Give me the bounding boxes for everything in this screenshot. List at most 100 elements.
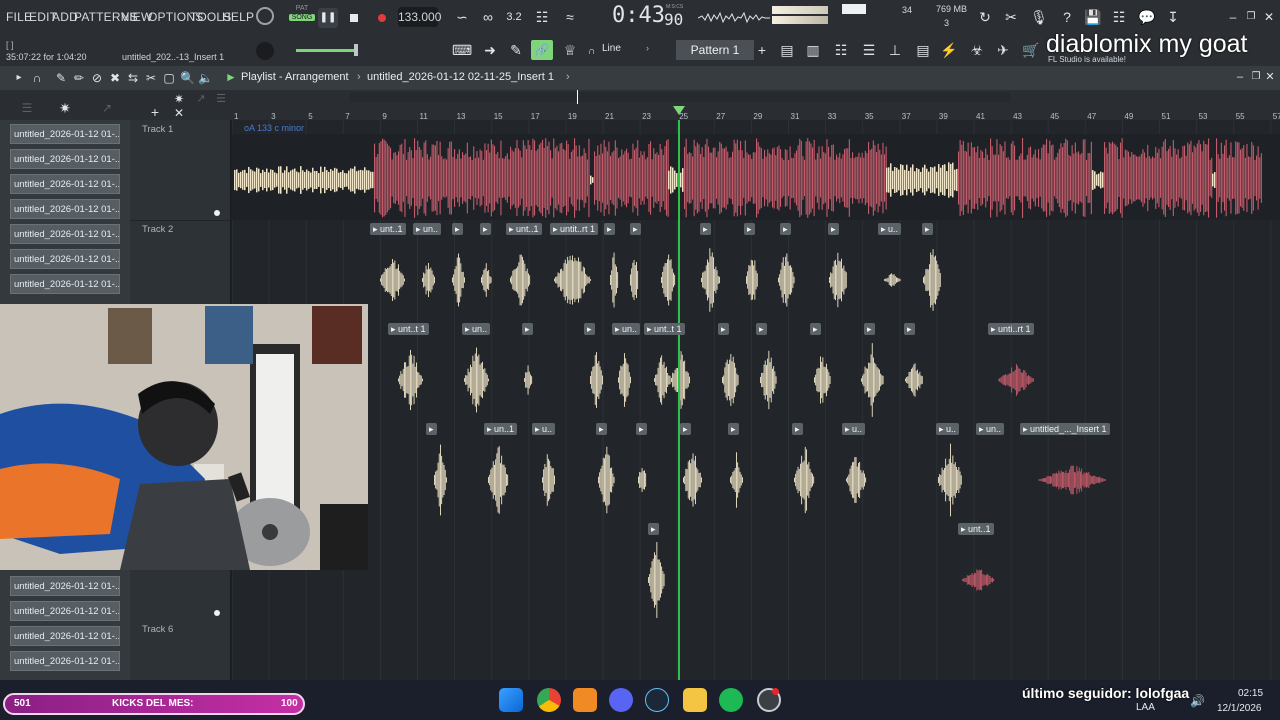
clip-label[interactable]: ▸ xyxy=(648,523,659,535)
clip-label[interactable]: ▸ xyxy=(584,323,595,335)
playlist-maximize-icon[interactable]: ❐ xyxy=(1250,69,1262,85)
arrangement-grid[interactable]: oA 133 c minor ▸ unt..1 ▸ un.. ▸ ▸ ▸ unt..… xyxy=(232,120,1280,680)
blend-notes-icon[interactable]: ≈ xyxy=(560,9,580,25)
clip-label[interactable]: ▸ xyxy=(636,423,647,435)
select-tool-icon[interactable]: ▢ xyxy=(162,70,176,86)
fl-studio-icon[interactable] xyxy=(573,688,597,712)
windows-start-icon[interactable] xyxy=(499,688,523,712)
stop-button[interactable] xyxy=(344,8,364,28)
arrow-right-icon[interactable]: ➜ xyxy=(480,42,500,58)
playlist-arrow-icon[interactable]: ▸ xyxy=(12,70,26,86)
close-icon[interactable]: ✕ xyxy=(1262,9,1276,25)
snap-link-icon[interactable]: 🔗 xyxy=(531,40,553,60)
step-edit-icon[interactable]: ☷ xyxy=(532,9,552,25)
clip-label[interactable]: ▸ xyxy=(596,423,607,435)
download-icon[interactable]: ↧ xyxy=(1164,9,1182,25)
browser-item[interactable]: untitled_2026-01-12 01-... xyxy=(10,199,120,219)
clip-label[interactable]: ▸ untitled_..._Insert 1 xyxy=(1020,423,1110,435)
track-6-header[interactable]: Track 6 xyxy=(130,620,230,680)
chrome-icon[interactable] xyxy=(537,688,561,712)
performance-icon[interactable]: ☣ xyxy=(968,42,986,58)
clip-label[interactable]: ▸ xyxy=(604,223,615,235)
playlist-minimize-icon[interactable]: – xyxy=(1234,69,1246,85)
browser-item[interactable]: untitled_2026-01-12 01-... xyxy=(10,651,120,671)
export-icon[interactable]: ☷ xyxy=(1110,9,1128,25)
clip-label[interactable]: ▸ un..1 xyxy=(484,423,518,435)
magnet-icon[interactable]: ∩ xyxy=(30,70,44,86)
clip-label[interactable]: ▸ xyxy=(480,223,491,235)
file-explorer-icon[interactable] xyxy=(683,688,707,712)
clip-label[interactable]: ▸ xyxy=(810,323,821,335)
clip-label[interactable]: ▸ u.. xyxy=(842,423,866,435)
countdown-icon[interactable]: 3.2 xyxy=(504,9,524,25)
clip-label[interactable]: ▸ un.. xyxy=(612,323,641,335)
metronome-icon[interactable]: ∽ xyxy=(452,9,472,25)
track-1-mute-dot[interactable] xyxy=(214,210,220,216)
browser-snap-icon[interactable]: ✷ xyxy=(58,100,72,116)
master-volume-slider[interactable] xyxy=(296,49,358,52)
maximize-icon[interactable]: ❐ xyxy=(1244,9,1258,25)
play-arrow-icon[interactable]: ► xyxy=(225,70,237,84)
playback-tool-icon[interactable]: 🔈 xyxy=(198,70,213,86)
clip-label[interactable]: ▸ un.. xyxy=(413,223,442,235)
zoom-tool-icon[interactable]: 🔍 xyxy=(180,70,195,86)
cut-icon[interactable]: ✂ xyxy=(1002,9,1020,25)
mixer-icon[interactable]: ☰ xyxy=(860,42,878,58)
brush-tool-icon[interactable]: ✏ xyxy=(72,70,86,86)
microphone-icon[interactable]: 🎙 xyxy=(1030,9,1048,25)
record-button[interactable] xyxy=(372,8,392,28)
clip-label[interactable]: ▸ unt..1 xyxy=(506,223,542,235)
clip-label[interactable]: ▸ xyxy=(522,323,533,335)
browser-item[interactable]: untitled_2026-01-12 01-... xyxy=(10,124,120,144)
magnet-icon[interactable]: ∩ xyxy=(588,46,595,57)
add-track-icon[interactable]: + xyxy=(148,104,162,120)
clip-label[interactable]: ▸ xyxy=(718,323,729,335)
playlist-close-icon[interactable]: ✕ xyxy=(1264,69,1276,85)
project-icon[interactable]: ✈ xyxy=(994,42,1012,58)
tool-link-icon[interactable]: ↗ xyxy=(194,91,208,107)
browser-item[interactable]: untitled_2026-01-12 01-... xyxy=(10,626,120,646)
pencil-tool-icon[interactable]: ✎ xyxy=(54,70,68,86)
tool-grid-icon[interactable]: ☰ xyxy=(214,91,228,107)
volume-knob[interactable] xyxy=(256,42,274,60)
pencil-icon[interactable]: ✎ xyxy=(506,42,526,58)
clip-label[interactable]: ▸ xyxy=(756,323,767,335)
mute-tool-icon[interactable]: ✖ xyxy=(108,70,122,86)
piano-roll-icon[interactable]: ▥ xyxy=(804,42,822,58)
input-language[interactable]: LAA xyxy=(1136,702,1155,713)
clip-label[interactable]: ▸ u.. xyxy=(878,223,902,235)
arrangement-overview[interactable] xyxy=(350,92,1010,102)
clip-label[interactable]: ▸ unt..t 1 xyxy=(388,323,429,335)
plugin-icon[interactable]: ⚡ xyxy=(940,42,958,58)
help-icon[interactable]: ? xyxy=(1058,9,1076,25)
clip-label[interactable]: ▸ xyxy=(630,223,641,235)
slice-tool-icon[interactable]: ✂ xyxy=(144,70,158,86)
delete-tool-icon[interactable]: ⊘ xyxy=(90,70,104,86)
minimize-icon[interactable]: – xyxy=(1226,9,1240,25)
clip-label[interactable]: ▸ xyxy=(680,423,691,435)
browser-item[interactable]: untitled_2026-01-12 01-... xyxy=(10,274,120,294)
clip-label[interactable]: ▸ xyxy=(744,223,755,235)
clip-label[interactable]: ▸ unt..t 1 xyxy=(644,323,685,335)
browser-link-icon[interactable]: ↗ xyxy=(100,100,114,116)
browser-item[interactable]: untitled_2026-01-12 01-... xyxy=(10,249,120,269)
clock-date[interactable]: 12/1/2026 xyxy=(1217,703,1262,714)
clip-label[interactable]: ▸ unti..rt 1 xyxy=(988,323,1034,335)
chat-icon[interactable]: 💬 xyxy=(1138,9,1156,25)
slip-tool-icon[interactable]: ⇆ xyxy=(126,70,140,86)
pat-song-toggle[interactable]: PAT SONG xyxy=(289,5,315,31)
clip-label[interactable]: ▸ un.. xyxy=(976,423,1005,435)
playlist-icon[interactable]: ▤ xyxy=(778,42,796,58)
clip-label[interactable]: ▸ xyxy=(452,223,463,235)
clip-label[interactable]: ▸ xyxy=(426,423,437,435)
volume-tray-icon[interactable]: 🔊 xyxy=(1190,693,1205,709)
clip-label[interactable]: ▸ xyxy=(864,323,875,335)
pattern-selector[interactable]: Pattern 1 xyxy=(676,40,754,60)
clip-label[interactable]: ▸ unt..1 xyxy=(370,223,406,235)
typing-keyboard-icon[interactable]: ⌨ xyxy=(452,42,472,58)
browser-item[interactable]: untitled_2026-01-12 01-... xyxy=(10,576,120,596)
discord-icon[interactable] xyxy=(609,688,633,712)
clip-label[interactable]: ▸ unt..1 xyxy=(958,523,994,535)
spotify-icon[interactable] xyxy=(719,688,743,712)
snap-selector[interactable]: Line xyxy=(602,43,621,54)
